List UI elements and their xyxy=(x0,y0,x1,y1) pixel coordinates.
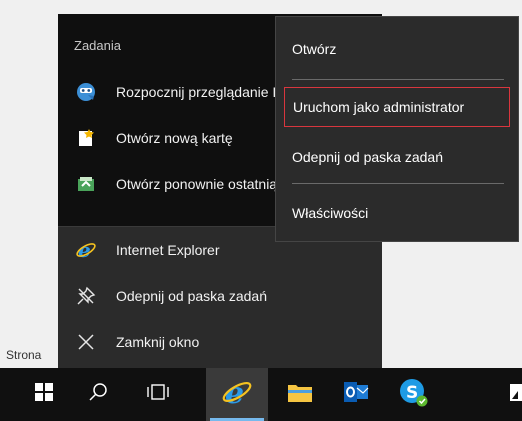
svg-text:S: S xyxy=(406,383,418,403)
taskbar: e S xyxy=(0,368,522,421)
task-view-button[interactable] xyxy=(134,368,182,421)
unpin-from-taskbar[interactable]: Odepnij od paska zadań xyxy=(58,276,382,316)
inprivate-icon xyxy=(74,80,98,104)
search-button[interactable] xyxy=(74,368,122,421)
unpin-icon xyxy=(74,284,98,308)
skype-button[interactable]: S xyxy=(386,368,440,421)
task-label: Otwórz nową kartę xyxy=(116,130,233,146)
internet-explorer-icon: e xyxy=(221,376,253,413)
menu-item-label: Właściwości xyxy=(292,205,369,221)
start-button[interactable] xyxy=(20,368,68,421)
status-bar-text: Strona xyxy=(6,348,42,362)
windows-logo-icon xyxy=(35,383,53,406)
menu-item-label: Otwórz xyxy=(292,41,337,57)
task-view-icon xyxy=(146,383,170,406)
file-explorer-button[interactable] xyxy=(274,368,326,421)
menu-item-run-as-administrator[interactable]: Uruchom jako administrator xyxy=(284,87,510,127)
skype-icon: S xyxy=(398,377,428,412)
outlook-icon xyxy=(343,381,369,408)
menu-item-label: Uruchom jako administrator xyxy=(293,99,465,115)
context-menu: Otwórz Uruchom jako administrator Odepni… xyxy=(275,16,519,242)
pinned-label: Odepnij od paska zadań xyxy=(116,288,267,304)
close-window[interactable]: Zamknij okno xyxy=(58,322,382,362)
menu-item-unpin-from-taskbar[interactable]: Odepnij od paska zadań xyxy=(284,137,510,177)
app-icon xyxy=(498,381,522,408)
internet-explorer-icon: e xyxy=(74,238,98,262)
reopen-session-icon xyxy=(74,172,98,196)
menu-item-label: Odepnij od paska zadań xyxy=(292,149,443,165)
outlook-button[interactable] xyxy=(330,368,382,421)
close-icon xyxy=(74,330,98,354)
menu-separator xyxy=(292,183,504,184)
internet-explorer-taskbar-button[interactable]: e xyxy=(206,368,268,421)
folder-icon xyxy=(287,381,313,408)
pinned-label: Zamknij okno xyxy=(116,334,200,350)
new-tab-icon xyxy=(74,126,98,150)
tasks-section-title: Zadania xyxy=(74,38,121,53)
pinned-label: Internet Explorer xyxy=(116,242,220,258)
menu-separator xyxy=(292,79,504,80)
menu-item-properties[interactable]: Właściwości xyxy=(284,193,510,233)
partial-app-button[interactable] xyxy=(498,368,522,421)
search-icon xyxy=(88,382,108,407)
menu-item-open[interactable]: Otwórz xyxy=(284,29,510,69)
